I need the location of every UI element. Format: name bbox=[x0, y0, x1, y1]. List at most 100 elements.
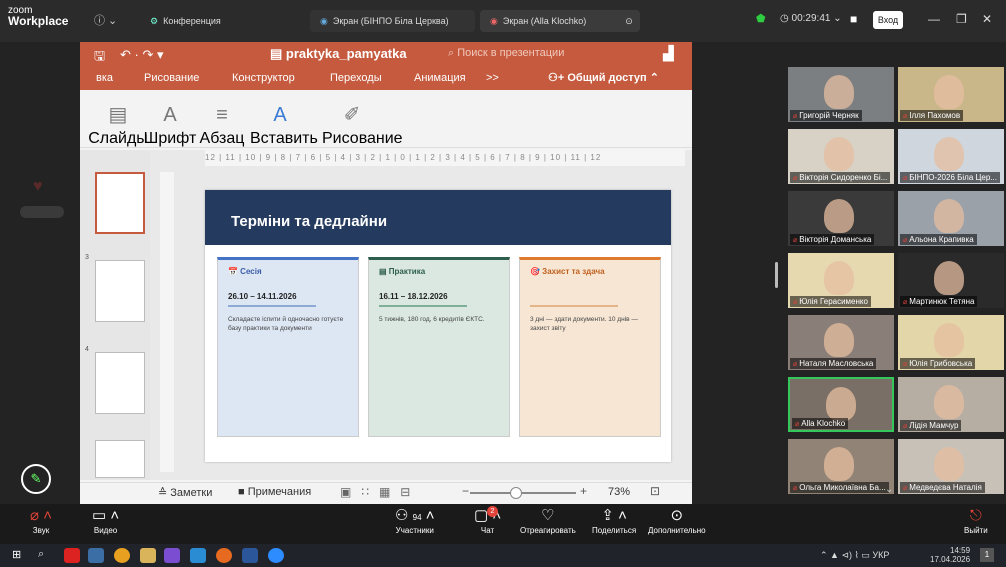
participant-tile[interactable]: ⌀ Alla Klochko bbox=[788, 377, 894, 432]
mic-muted-icon: ⌀ bbox=[793, 361, 798, 368]
tab-insert[interactable]: вка bbox=[96, 72, 144, 84]
search-icon[interactable]: ⌕ bbox=[38, 548, 44, 561]
more-icon: ⊙ bbox=[670, 507, 684, 524]
share-screen-icon: ⇪ ˄ bbox=[601, 507, 627, 524]
participant-name: ⌀ Григорій Черняк bbox=[790, 110, 862, 121]
thumbnail-slide-3[interactable] bbox=[95, 260, 145, 322]
tab-draw[interactable]: Рисование bbox=[144, 72, 232, 84]
participant-tile[interactable]: ⌀ Альона Крапивка bbox=[898, 191, 1004, 246]
participant-tile[interactable]: ⌀ Юлія Герасименко bbox=[788, 253, 894, 308]
share-button[interactable]: ⇪ ˄ Поделиться bbox=[592, 506, 636, 535]
zoom-in-icon[interactable]: + bbox=[580, 484, 587, 498]
save-icon[interactable]: 🖫 bbox=[94, 47, 105, 69]
paragraph-tool[interactable]: ≡ Абзац bbox=[192, 100, 252, 148]
mic-muted-icon: ⌀ bbox=[903, 175, 908, 182]
firefox-icon[interactable] bbox=[216, 548, 232, 563]
thumbnail-number: 3 bbox=[85, 254, 89, 261]
opera-icon[interactable] bbox=[64, 548, 80, 563]
annotate-pen-icon[interactable]: ✎ bbox=[21, 464, 51, 494]
react-button[interactable]: ♡ Отреагировать bbox=[520, 506, 576, 535]
participant-tile[interactable]: ⌀ Вікторія Сидоренко Бі... bbox=[788, 129, 894, 184]
avatar bbox=[934, 75, 964, 109]
shield-icon: ⬟ bbox=[756, 13, 766, 25]
more-button[interactable]: ⊙ Дополнительно bbox=[648, 506, 706, 535]
mic-muted-icon: ⌀ bbox=[903, 113, 908, 120]
participant-tile[interactable]: ⌀ БІНПО-2026 Біла Цер... bbox=[898, 129, 1004, 184]
zoom-out-icon[interactable]: − bbox=[462, 484, 469, 498]
participant-name: ⌀ Альона Крапивка bbox=[900, 234, 977, 245]
leave-button[interactable]: ⎋ Выйти bbox=[964, 506, 988, 535]
avatar bbox=[824, 261, 854, 295]
user-icon[interactable]: ▟ bbox=[663, 45, 674, 62]
tab-more[interactable]: >> bbox=[486, 72, 499, 84]
zoom-slider-thumb[interactable] bbox=[510, 487, 522, 499]
mic-muted-icon: ⌀ bbox=[793, 299, 798, 306]
card-session: 📅 Сесія 26.10 – 14.11.2026 Складаєте ісп… bbox=[217, 257, 359, 437]
participant-tile[interactable]: ⌀ Григорій Черняк bbox=[788, 67, 894, 122]
explorer-icon[interactable] bbox=[190, 548, 206, 563]
paint-icon[interactable] bbox=[140, 548, 156, 563]
meeting-timer[interactable]: ◷ 00:29:41 ⌄ bbox=[780, 13, 842, 24]
viber-icon[interactable] bbox=[164, 548, 180, 563]
insert-tool[interactable]: A Вставить bbox=[250, 100, 318, 148]
undo-icon[interactable]: ↶ · ↷ ▾ bbox=[120, 47, 163, 63]
system-tray[interactable]: ⌃ ▲ ⊲) ⌇ ▭ УКР bbox=[820, 550, 889, 561]
chrome-icon[interactable] bbox=[114, 548, 130, 563]
horizontal-ruler: 12 | 11 | 10 | 9 | 8 | 7 | 6 | 5 | 4 | 3… bbox=[205, 150, 685, 166]
participant-tile[interactable]: ⌀ Лідія Мамчур bbox=[898, 377, 1004, 432]
splitter-handle[interactable] bbox=[775, 262, 778, 288]
tab-transitions[interactable]: Переходы bbox=[330, 72, 414, 84]
participant-tile[interactable]: ⌀ Ольга Миколаївна Ба... bbox=[788, 439, 894, 494]
ribbon-tab-list: вка Рисование Конструктор Переходы Анима… bbox=[96, 72, 499, 84]
zoom-logo: zoom Workplace bbox=[8, 5, 69, 28]
comments-button[interactable]: ■ Примечания bbox=[238, 486, 311, 498]
thumbnail-slide-4[interactable] bbox=[95, 352, 145, 414]
audio-button[interactable]: ⌀ ˄ Звук bbox=[30, 506, 52, 535]
tab-design[interactable]: Конструктор bbox=[232, 72, 330, 84]
avatar bbox=[934, 447, 964, 481]
participant-tile[interactable]: ⌀ Мартинюк Тетяна bbox=[898, 253, 1004, 308]
participants-button[interactable]: ⚇ 94 ˄ Участники bbox=[395, 506, 434, 535]
minimize-icon[interactable]: — bbox=[928, 12, 940, 26]
participant-tile[interactable]: ⌀ Вікторія Доманська bbox=[788, 191, 894, 246]
participant-tile[interactable]: ⌀ Наталя Масловська bbox=[788, 315, 894, 370]
notification-icon[interactable]: 1 bbox=[980, 548, 994, 562]
thumbnail-number: 4 bbox=[85, 346, 89, 353]
avatar bbox=[826, 387, 856, 421]
thumbnail-slide-5[interactable] bbox=[95, 440, 145, 478]
notes-button[interactable]: ≙ Заметки bbox=[158, 486, 212, 499]
participants-icon: ⚇ 94 ˄ bbox=[395, 507, 435, 524]
video-button[interactable]: ▭ ˄ Видео bbox=[92, 506, 119, 535]
participant-tile[interactable]: ⌀ Юлія Грибовська bbox=[898, 315, 1004, 370]
font-tool[interactable]: A Шрифт bbox=[140, 100, 200, 148]
close-icon[interactable]: ✕ bbox=[982, 12, 992, 26]
clock[interactable]: 14:59 17.04.2026 bbox=[930, 546, 970, 564]
fit-icon[interactable]: ⊡ bbox=[650, 484, 660, 498]
draw-tool[interactable]: ✐ Рисование bbox=[322, 100, 403, 148]
info-icon[interactable]: ⓘ ⌄ bbox=[94, 12, 117, 28]
view-buttons[interactable]: ▣∷▦⊟ bbox=[340, 485, 420, 499]
faded-reaction bbox=[20, 206, 64, 218]
chevron-down-icon[interactable]: ⌄ bbox=[885, 484, 893, 495]
participant-name: ⌀ Юлія Герасименко bbox=[790, 296, 871, 307]
word-icon[interactable] bbox=[242, 548, 258, 563]
mic-muted-icon: ⌀ bbox=[793, 113, 798, 120]
mic-muted-icon: ⌀ bbox=[903, 299, 908, 306]
conference-menu[interactable]: ⚙ Конференция bbox=[150, 10, 221, 32]
zoom-slider[interactable] bbox=[470, 492, 576, 494]
files-icon[interactable] bbox=[88, 548, 104, 563]
zoom-icon[interactable] bbox=[268, 548, 284, 563]
login-button[interactable]: Вход bbox=[873, 11, 903, 29]
search-input[interactable]: ⌕ Поиск в презентации bbox=[448, 47, 608, 63]
share-access-button[interactable]: ⚇+ Общий доступ ⌃ bbox=[548, 71, 659, 84]
restore-icon[interactable]: ❐ bbox=[956, 12, 967, 26]
slides-tool[interactable]: ▤ Слайды bbox=[88, 100, 148, 148]
participant-tile[interactable]: ⌀ Ілля Пахомов bbox=[898, 67, 1004, 122]
tab-animation[interactable]: Анимация bbox=[414, 72, 486, 84]
thumbnail-slide-2[interactable] bbox=[95, 172, 145, 234]
participant-tile[interactable]: ⌀ Медведєва Наталія bbox=[898, 439, 1004, 494]
participant-gallery: ⌀ Григорій Черняк ⌀ Ілля Пахомов ⌀ Вікторія С… bbox=[786, 65, 1006, 501]
start-icon[interactable]: ⊞ bbox=[12, 548, 21, 561]
mic-muted-icon: ⌀ bbox=[903, 237, 908, 244]
view-icon[interactable]: ■ bbox=[850, 12, 857, 26]
